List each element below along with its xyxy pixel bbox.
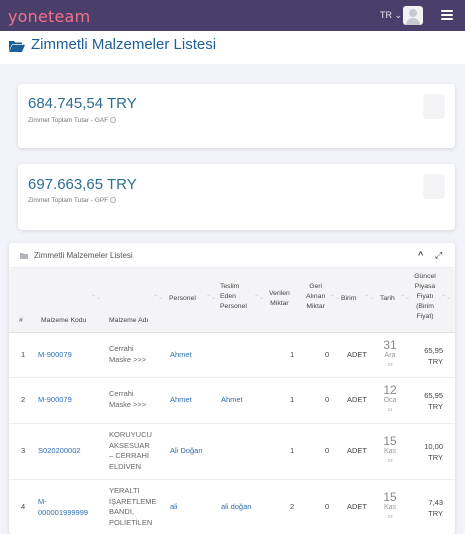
date-month: Oca (383, 397, 397, 404)
chevron-up-icon[interactable]: ^ (418, 250, 423, 260)
total-label-gpf: Zimmet Toplam Tutar - GPF (28, 197, 117, 204)
expand-icon[interactable]: ⤢ (435, 250, 442, 261)
unit: ADET (347, 446, 368, 455)
col-unit[interactable]: Birim (341, 294, 356, 304)
card-decoration-icon (423, 174, 445, 199)
unit: ADET (347, 395, 368, 404)
total-amount-gpf: 697.663,65 TRY (28, 176, 137, 193)
given-quantity: 1 (290, 395, 295, 404)
handover-personnel-link[interactable]: Ahmet (221, 395, 243, 406)
sort-icon[interactable]: ⌃⌄ (441, 294, 451, 301)
date-year: 23 (387, 362, 393, 367)
row-num: 2 (21, 395, 26, 404)
date-day: 31 (383, 338, 397, 352)
given-quantity: 1 (290, 350, 295, 359)
personnel-link[interactable]: Ali Doğan (170, 446, 203, 457)
col-price[interactable]: Güncel Piyasa Fiyatı (Birim Fiyat) (406, 272, 444, 322)
row-num: 3 (21, 446, 26, 455)
folder-icon (20, 253, 28, 259)
date-month: Kas (383, 448, 397, 455)
returned-quantity: 0 (325, 350, 330, 359)
material-code-link[interactable]: M-900079 (38, 395, 72, 406)
col-person[interactable]: Personel (169, 294, 196, 304)
table-row[interactable]: 1 M-900079 Cerrahi Maske >>> Ahmet 1 0 AD… (9, 333, 455, 378)
table-header: # Malzeme Kodu ⌃⌄ Malzeme Adı ⌃⌄ Persone… (9, 268, 455, 333)
col-date[interactable]: Tarih (380, 294, 395, 304)
brand-logo[interactable]: yoneteam (8, 7, 90, 26)
card-decoration-icon (423, 94, 445, 119)
sort-icon[interactable]: ⌃⌄ (364, 294, 374, 301)
handover-personnel-link[interactable]: ali doğan (221, 502, 251, 513)
table-row[interactable]: 3 S020200002 KORUYUCU AKSESUAR – CERRAHİ EL… (9, 424, 455, 480)
material-name: Cerrahi Maske >>> (109, 344, 147, 364)
info-icon[interactable] (110, 197, 117, 204)
personnel-link[interactable]: Ahmet (170, 350, 192, 361)
material-code-link[interactable]: M- 000001999999 (38, 497, 88, 518)
col-given[interactable]: Verilen Miktar (269, 289, 290, 309)
col-returned[interactable]: Geri Alınan Miktar (306, 282, 325, 312)
date-day: 15 (383, 434, 397, 448)
material-code-link[interactable]: S020200002 (38, 446, 81, 457)
unit-price: 10,00 TRY (424, 442, 443, 462)
sort-icon[interactable]: ⌃⌄ (91, 294, 101, 301)
date-month: Kas (383, 504, 397, 511)
unit-price: 7,43 TRY (428, 498, 443, 518)
sort-icon[interactable]: ⌃⌄ (254, 294, 264, 301)
returned-quantity: 0 (325, 502, 330, 511)
page-title: Zimmetli Malzemeler Listesi (31, 36, 217, 53)
col-num: # (19, 317, 23, 324)
summary-card-gpf: 697.663,65 TRY Zimmet Toplam Tutar - GPF (18, 164, 455, 230)
sort-icon[interactable]: ⌃⌄ (153, 294, 163, 301)
date-month: Ara (384, 352, 396, 359)
material-name: YERALTI İŞARETLEME BANDI, POLİETİLEN (109, 486, 157, 527)
given-quantity: 2 (290, 502, 295, 511)
date-year: 23 (387, 514, 393, 519)
material-name: KORUYUCU AKSESUAR – CERRAHİ ELDİVEN (109, 430, 152, 471)
row-num: 1 (21, 350, 26, 359)
panel-title: Zimmetli Malzemeler Listesi (34, 251, 133, 260)
unit-price: 65,95 TRY (424, 391, 443, 411)
hamburger-menu-icon[interactable] (441, 10, 453, 20)
info-icon[interactable] (110, 117, 117, 124)
unit-price: 65,95 TRY (424, 346, 443, 366)
date-day: 15 (383, 490, 397, 504)
col-code[interactable]: Malzeme Kodu (41, 316, 86, 326)
returned-quantity: 0 (325, 446, 330, 455)
chevron-down-icon: ⌄ (394, 10, 403, 20)
col-handover[interactable]: Teslim Eden Personel (220, 282, 247, 312)
date-year: 23 (387, 458, 393, 463)
materials-list-panel: Zimmetli Malzemeler Listesi ^ ⤢ # Malzem… (9, 243, 455, 534)
table-row[interactable]: 4 M- 000001999999 YERALTI İŞARETLEME BANDI,… (9, 480, 455, 534)
top-navbar: yoneteam TR ⌄ (0, 0, 465, 31)
total-label-gaf: Zimmet Toplam Tutar - GAF (28, 117, 117, 124)
language-selector[interactable]: TR ⌄ (380, 10, 402, 21)
language-label: TR (380, 10, 392, 20)
given-quantity: 1 (290, 446, 295, 455)
folder-open-icon (9, 41, 25, 52)
col-name[interactable]: Malzeme Adı (109, 316, 148, 326)
panel-header: Zimmetli Malzemeler Listesi ^ ⤢ (9, 243, 455, 268)
material-code-link[interactable]: M-900079 (38, 350, 72, 361)
table-row[interactable]: 2 M-900079 Cerrahi Maske >>> Ahmet Ahmet … (9, 378, 455, 424)
date-year: 24 (387, 407, 393, 412)
row-num: 4 (21, 502, 26, 511)
sort-icon[interactable]: ⌃⌄ (206, 294, 216, 301)
user-avatar-icon[interactable] (403, 6, 423, 25)
total-amount-gaf: 684.745,54 TRY (28, 95, 137, 112)
unit: ADET (347, 502, 368, 511)
sort-icon[interactable]: ⌃⌄ (330, 294, 340, 301)
unit: ADET (347, 350, 368, 359)
returned-quantity: 0 (325, 395, 330, 404)
personnel-link[interactable]: Ahmet (170, 395, 192, 406)
summary-card-gaf: 684.745,54 TRY Zimmet Toplam Tutar - GAF (18, 84, 455, 148)
personnel-link[interactable]: ali (170, 502, 178, 513)
date-day: 12 (383, 383, 397, 397)
material-name: Cerrahi Maske >>> (109, 389, 147, 409)
